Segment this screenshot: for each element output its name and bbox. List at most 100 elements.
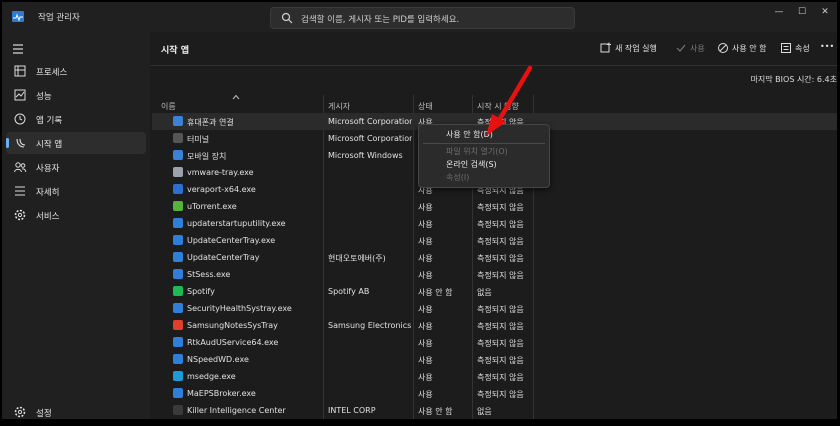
properties-button[interactable]: 속성 (780, 42, 814, 56)
new-task-icon (600, 42, 611, 53)
gear-icon (14, 406, 26, 418)
cell-name: updaterstartuputility.exe (187, 219, 286, 228)
column-header-publisher[interactable]: 게시자 (328, 101, 350, 112)
cell-status: 사용 (418, 339, 433, 348)
sidebar-item-startup-apps[interactable]: 시작 앱 (6, 132, 146, 154)
search-box[interactable]: 검색할 이름, 게시자 또는 PID를 입력하세요. (270, 7, 575, 29)
cell-name: veraport-x64.exe (187, 185, 256, 194)
startup-apps-icon (16, 138, 26, 148)
cell-impact: 측정되지 않음 (477, 271, 524, 280)
task-manager-window: 작업 관리자 검색할 이름, 게시자 또는 PID를 입력하세요. — ☐ ✕ … (2, 2, 837, 423)
cell-name: Spotify (187, 287, 215, 296)
cell-status: 사용 (418, 373, 433, 382)
disable-label: 사용 안 함 (732, 44, 767, 53)
cell-impact: 측정되지 않음 (477, 390, 524, 399)
cell-impact: 측정되지 않음 (477, 373, 524, 382)
search-icon (281, 12, 293, 24)
minimize-button[interactable]: — (767, 4, 791, 20)
cell-name: RtkAudUService64.exe (187, 338, 279, 347)
new-task-label: 새 작업 실행 (615, 44, 657, 53)
column-header-name[interactable]: 이름 (161, 101, 176, 112)
table-row[interactable]: UpdateCenterTray 현대오토에버(주) 사용 측정되지 않음 (152, 249, 837, 266)
cell-name: UpdateCenterTray.exe (187, 236, 276, 245)
app-icon (173, 303, 183, 313)
app-icon (173, 388, 183, 398)
cell-name: 모바일 장치 (187, 152, 227, 161)
cell-impact: 없음 (477, 407, 492, 416)
cell-impact: 측정되지 않음 (477, 339, 524, 348)
bios-time: 마지막 BIOS 시간: 6.4초 (750, 75, 837, 84)
sidebar-item-label: 자세히 (36, 188, 60, 198)
app-icon (173, 184, 183, 194)
sidebar-item-performance[interactable]: 성능 (6, 84, 146, 106)
cell-impact: 없음 (477, 288, 492, 297)
sidebar-item-label: 서비스 (36, 212, 60, 222)
table-row[interactable]: MaEPSBroker.exe 사용 측정되지 않음 (152, 385, 837, 402)
app-title: 작업 관리자 (38, 13, 80, 23)
cell-name: SecurityHealthSystray.exe (187, 304, 292, 313)
menu-divider (423, 143, 545, 144)
cell-publisher: INTEL CORP (328, 406, 376, 415)
table-row[interactable]: StSess.exe 사용 측정되지 않음 (152, 266, 837, 283)
sidebar-item-users[interactable]: 사용자 (6, 156, 146, 178)
table-row[interactable]: msedge.exe 사용 측정되지 않음 (152, 368, 837, 385)
app-icon (173, 218, 183, 228)
new-task-button[interactable]: 새 작업 실행 (600, 42, 670, 56)
block-icon (718, 43, 728, 53)
cell-name: msedge.exe (187, 372, 236, 381)
disable-button[interactable]: 사용 안 함 (717, 42, 779, 56)
table-row[interactable]: SecurityHealthSystray.exe 사용 측정되지 않음 (152, 300, 837, 317)
cell-impact: 측정되지 않음 (477, 305, 524, 314)
sidebar-item-services[interactable]: 서비스 (6, 204, 146, 226)
cell-name: NSpeedWD.exe (187, 355, 249, 364)
cell-publisher: Microsoft Corporation (328, 134, 412, 143)
maximize-button[interactable]: ☐ (790, 4, 814, 20)
app-icon (173, 201, 183, 211)
cell-name: MaEPSBroker.exe (187, 389, 256, 398)
cell-impact: 측정되지 않음 (477, 322, 524, 331)
menu-item-search-online[interactable]: 온라인 검색(S) (446, 159, 497, 170)
table-row[interactable]: Spotify Spotify AB 사용 안 함 없음 (152, 283, 837, 300)
bottom-border (0, 419, 840, 426)
properties-icon (781, 43, 791, 53)
close-button[interactable]: ✕ (813, 4, 837, 20)
cell-status: 사용 (418, 254, 433, 263)
table-row[interactable]: NSpeedWD.exe 사용 측정되지 않음 (152, 351, 837, 368)
sidebar-item-processes[interactable]: 프로세스 (6, 60, 146, 82)
details-icon (15, 186, 25, 196)
table-row[interactable]: Killer Intelligence Center INTEL CORP 사용 안… (152, 402, 837, 419)
menu-item-properties: 속성(I) (446, 173, 470, 182)
sidebar-item-app-history[interactable]: 앱 기록 (6, 108, 146, 130)
cell-impact: 측정되지 않음 (477, 356, 524, 365)
table-row[interactable]: uTorrent.exe 사용 측정되지 않음 (152, 198, 837, 215)
sidebar: 프로세스 성능 앱 기록 시작 앱 사용자 자세히 서비스 설정 (2, 32, 150, 423)
column-header-status[interactable]: 상태 (418, 101, 433, 112)
table-row[interactable]: UpdateCenterTray.exe 사용 측정되지 않음 (152, 232, 837, 249)
enable-button[interactable]: 사용 (675, 42, 710, 56)
sidebar-item-label: 앱 기록 (36, 116, 63, 126)
table-row[interactable]: RtkAudUService64.exe 사용 측정되지 않음 (152, 334, 837, 351)
title-bar: 작업 관리자 검색할 이름, 게시자 또는 PID를 입력하세요. — ☐ ✕ (2, 2, 837, 32)
page-title: 시작 앱 (161, 46, 189, 56)
more-options-button[interactable]: ••• (820, 42, 836, 56)
cell-name: Killer Intelligence Center (187, 406, 286, 415)
app-icon (173, 252, 183, 262)
checkmark-icon (676, 44, 686, 52)
cell-publisher: Spotify AB (328, 287, 370, 296)
cell-impact: 측정되지 않음 (477, 254, 524, 263)
cell-name: StSess.exe (187, 270, 231, 279)
app-icon (173, 116, 183, 126)
table-row[interactable]: SamsungNotesSysTray Samsung Electronics C… (152, 317, 837, 334)
sidebar-item-label: 성능 (36, 92, 52, 102)
cell-status: 사용 (418, 237, 433, 246)
cell-name: SamsungNotesSysTray (187, 321, 278, 330)
sidebar-item-details[interactable]: 자세히 (6, 180, 146, 202)
performance-icon (14, 89, 26, 101)
task-manager-icon (12, 11, 24, 22)
table-row[interactable]: updaterstartuputility.exe 사용 측정되지 않음 (152, 215, 837, 232)
annotation-arrow-icon (486, 65, 533, 136)
hamburger-menu-icon[interactable] (12, 43, 26, 55)
sort-ascending-icon[interactable] (232, 94, 240, 100)
app-icon (173, 167, 183, 177)
processes-icon (14, 65, 26, 77)
